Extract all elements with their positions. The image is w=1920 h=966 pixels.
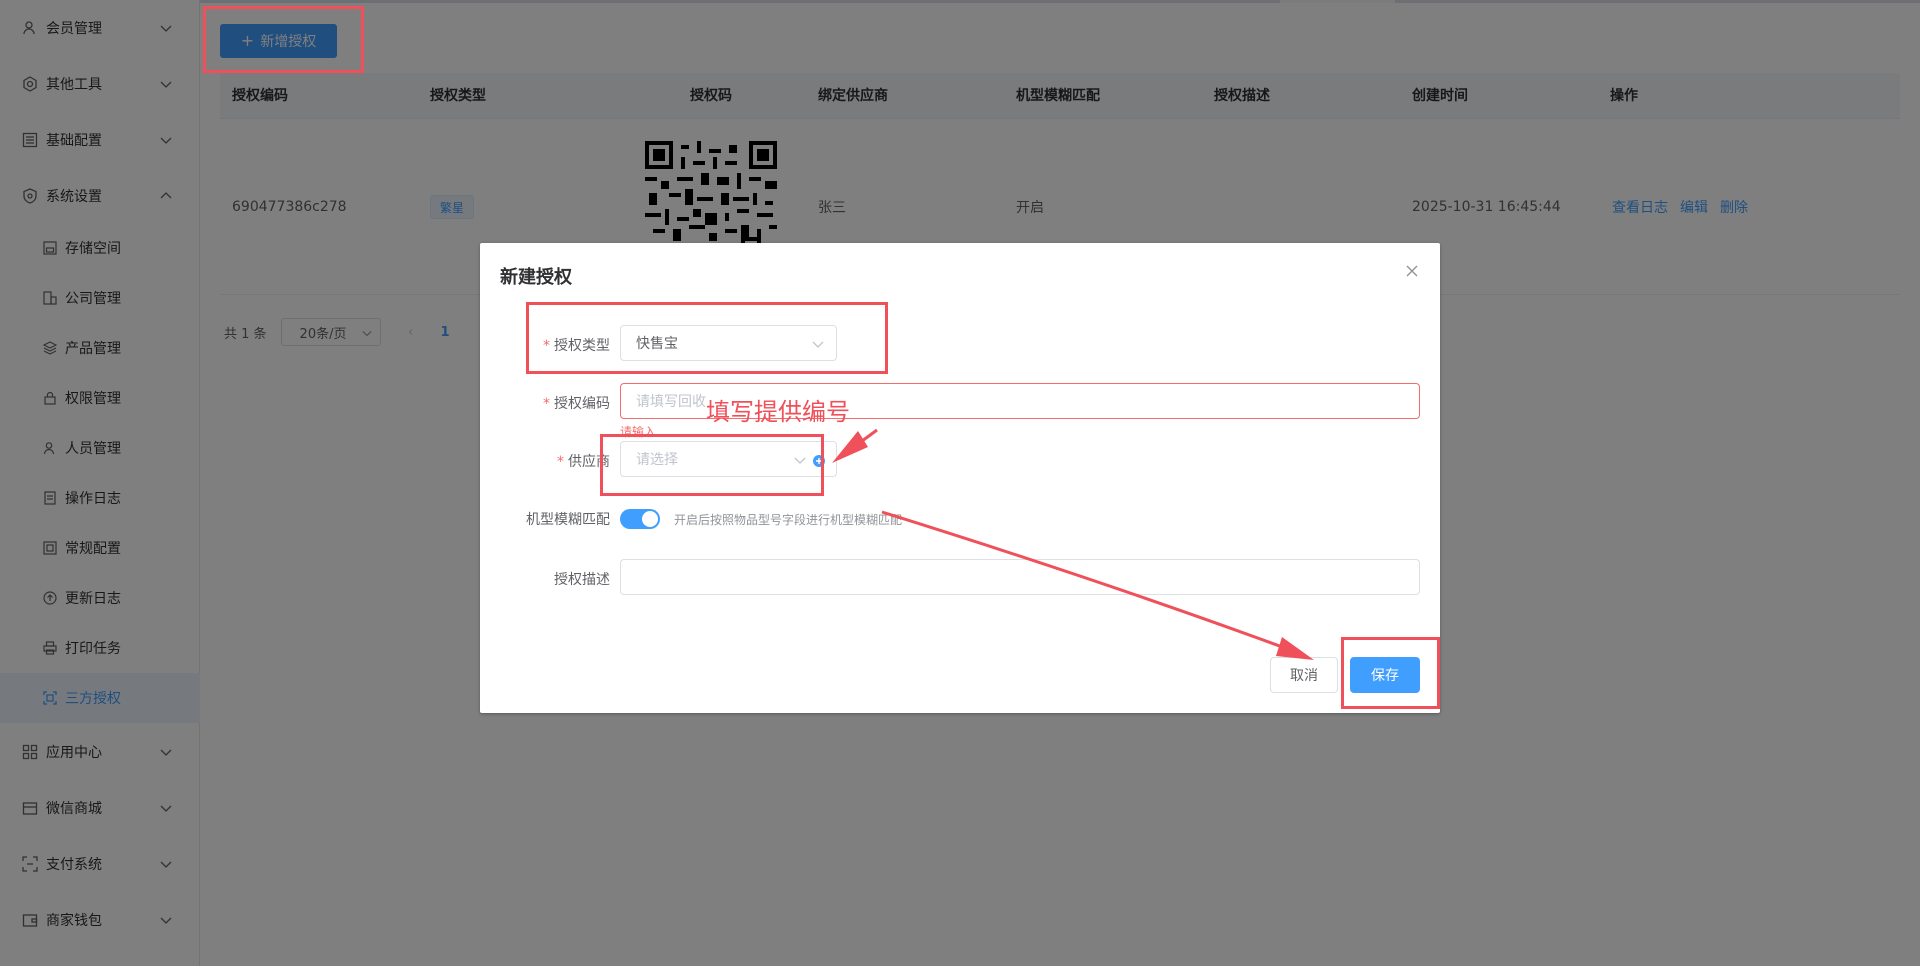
required-mark: *: [543, 338, 550, 354]
type-select[interactable]: 快售宝: [620, 325, 837, 361]
code-input-placeholder: 请填写回收: [636, 394, 706, 410]
type-select-value: 快售宝: [636, 336, 678, 352]
supplier-select[interactable]: 请选择: [620, 441, 837, 477]
desc-label: 授权描述: [554, 572, 610, 588]
chevron-down-icon: [812, 341, 824, 348]
fuzzy-switch[interactable]: [620, 509, 660, 529]
supplier-label: * 供应商: [480, 451, 610, 471]
annotation-text: 填写提供编号: [706, 398, 850, 426]
add-supplier-icon[interactable]: [813, 455, 825, 467]
switch-knob: [642, 511, 658, 527]
save-button[interactable]: 保存: [1350, 657, 1420, 693]
code-label: * 授权编码: [480, 393, 610, 413]
fuzzy-hint: 开启后按照物品型号字段进行机型模糊匹配: [674, 513, 903, 527]
new-auth-dialog: 新建授权 * 授权类型 快售宝 * 授权编码 请填写回收 请输入 * 供应商 请选择 …: [480, 243, 1440, 713]
code-label-text: 授权编码: [554, 396, 610, 412]
supplier-select-placeholder: 请选择: [636, 452, 678, 468]
required-mark: *: [557, 454, 564, 470]
cancel-button[interactable]: 取消: [1270, 657, 1338, 693]
desc-input[interactable]: [620, 559, 1420, 595]
supplier-label-text: 供应商: [568, 454, 610, 470]
close-icon[interactable]: [1404, 263, 1420, 279]
chevron-down-icon: [794, 457, 806, 464]
required-mark: *: [543, 396, 550, 412]
type-label: * 授权类型: [480, 335, 610, 355]
dialog-title: 新建授权: [500, 267, 572, 288]
fuzzy-label: 机型模糊匹配: [526, 512, 610, 528]
code-error-tip: 请输入: [620, 425, 657, 439]
type-label-text: 授权类型: [554, 338, 610, 354]
